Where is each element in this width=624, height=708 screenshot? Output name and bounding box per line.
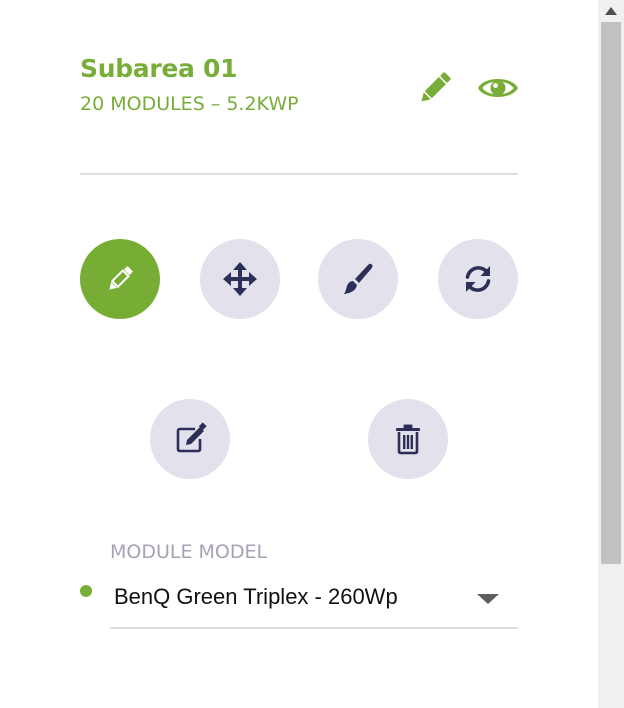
module-model-select[interactable]: BenQ Green Triplex - 260Wp <box>110 574 518 629</box>
rename-pencil-icon[interactable] <box>416 69 454 107</box>
module-model-label: MODULE MODEL <box>110 541 268 563</box>
paint-brush-icon <box>344 263 373 294</box>
edit-module-button[interactable] <box>150 399 230 479</box>
pencil-icon <box>109 266 133 290</box>
eye-icon[interactable] <box>476 70 520 106</box>
arrow-up-icon <box>605 7 617 15</box>
paint-tool-button[interactable] <box>318 239 398 319</box>
subarea-title: Subarea 01 <box>80 54 238 83</box>
scrollbar-thumb[interactable] <box>601 22 621 564</box>
scroll-up-arrow[interactable] <box>598 0 624 22</box>
move-tool-button[interactable] <box>200 239 280 319</box>
chevron-down-icon <box>477 594 499 604</box>
subarea-summary: 20 MODULES – 5.2KWP <box>80 93 299 115</box>
edit-square-icon <box>176 422 207 453</box>
status-dot <box>80 585 92 597</box>
subarea-panel: Subarea 01 20 MODULES – 5.2KWP MODULE MO… <box>0 0 598 708</box>
trash-icon <box>396 424 420 455</box>
refresh-icon <box>465 266 491 292</box>
module-model-value: BenQ Green Triplex - 260Wp <box>114 584 398 609</box>
scrollbar[interactable] <box>598 0 624 708</box>
draw-tool-button[interactable] <box>80 239 160 319</box>
delete-button[interactable] <box>368 399 448 479</box>
rotate-tool-button[interactable] <box>438 239 518 319</box>
arrows-move-icon <box>223 262 257 296</box>
divider <box>80 173 518 175</box>
